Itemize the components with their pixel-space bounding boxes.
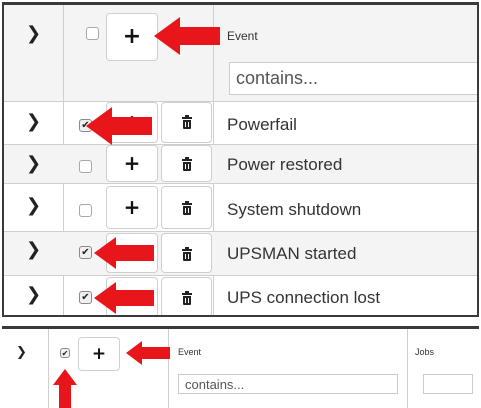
event-column-header[interactable]: Event [178, 347, 201, 357]
row-checkbox[interactable] [79, 204, 92, 217]
row-checkbox[interactable]: ✔ [79, 246, 92, 259]
red-arrow-left-icon [154, 17, 220, 55]
plus-icon: + [123, 151, 141, 175]
add-event-button[interactable]: + [78, 337, 120, 371]
red-arrow-left-icon [94, 237, 154, 269]
expand-row-icon[interactable]: ❯ [26, 113, 41, 131]
trash-icon [182, 115, 192, 129]
delete-row-button[interactable] [161, 186, 212, 229]
row-separator [4, 275, 477, 276]
red-arrow-left-icon [94, 282, 154, 314]
trash-icon [182, 201, 192, 215]
plus-icon: + [122, 24, 142, 49]
jobs-column-header[interactable]: Jobs [415, 347, 434, 357]
add-event-button[interactable]: + [106, 13, 158, 61]
column-divider [407, 329, 408, 408]
event-filter-input[interactable] [229, 62, 477, 95]
delete-row-button[interactable] [161, 233, 212, 273]
delete-row-button[interactable] [161, 102, 212, 143]
expand-all-icon[interactable]: ❯ [16, 346, 27, 359]
red-arrow-left-icon [86, 107, 152, 145]
compact-events-grid: ❯ ✔ + Event Jobs [2, 326, 479, 408]
select-all-checkbox[interactable] [86, 27, 99, 40]
expand-row-icon[interactable]: ❯ [26, 155, 41, 173]
expand-row-icon[interactable]: ❯ [26, 197, 41, 215]
trash-icon [182, 247, 192, 261]
row-checkbox[interactable]: ✔ [79, 291, 92, 304]
event-name: UPS connection lost [227, 288, 381, 307]
red-arrow-up-icon [53, 369, 77, 408]
column-divider [48, 329, 49, 408]
event-name: UPSMAN started [227, 244, 357, 263]
expand-row-icon[interactable]: ❯ [26, 286, 41, 304]
plus-icon: + [91, 344, 107, 364]
row-separator [4, 183, 477, 184]
event-filter-input[interactable] [178, 374, 398, 394]
expand-row-icon[interactable]: ❯ [26, 241, 41, 259]
event-name: Power restored [227, 155, 343, 174]
select-all-checkbox[interactable]: ✔ [60, 348, 70, 358]
screenshot-canvas: ❯ + Event ❯ ✔ + Powerfail ❯ + Power rest… [0, 0, 481, 408]
delete-row-button[interactable] [161, 145, 212, 182]
expand-all-icon[interactable]: ❯ [26, 25, 41, 43]
trash-icon [182, 157, 192, 171]
events-grid: ❯ + Event ❯ ✔ + Powerfail ❯ + Power rest… [2, 2, 479, 317]
event-name: System shutdown [227, 200, 362, 219]
red-arrow-left-icon [126, 341, 170, 365]
event-name: Powerfail [227, 115, 297, 134]
add-row-button[interactable]: + [106, 186, 158, 229]
trash-icon [182, 291, 192, 305]
jobs-filter-input[interactable] [423, 374, 473, 394]
delete-row-button[interactable] [161, 277, 212, 315]
row-checkbox[interactable] [79, 160, 92, 173]
plus-icon: + [123, 195, 141, 219]
row-separator [4, 101, 477, 102]
add-row-button[interactable]: + [106, 145, 158, 182]
event-column-header[interactable]: Event [227, 29, 258, 43]
